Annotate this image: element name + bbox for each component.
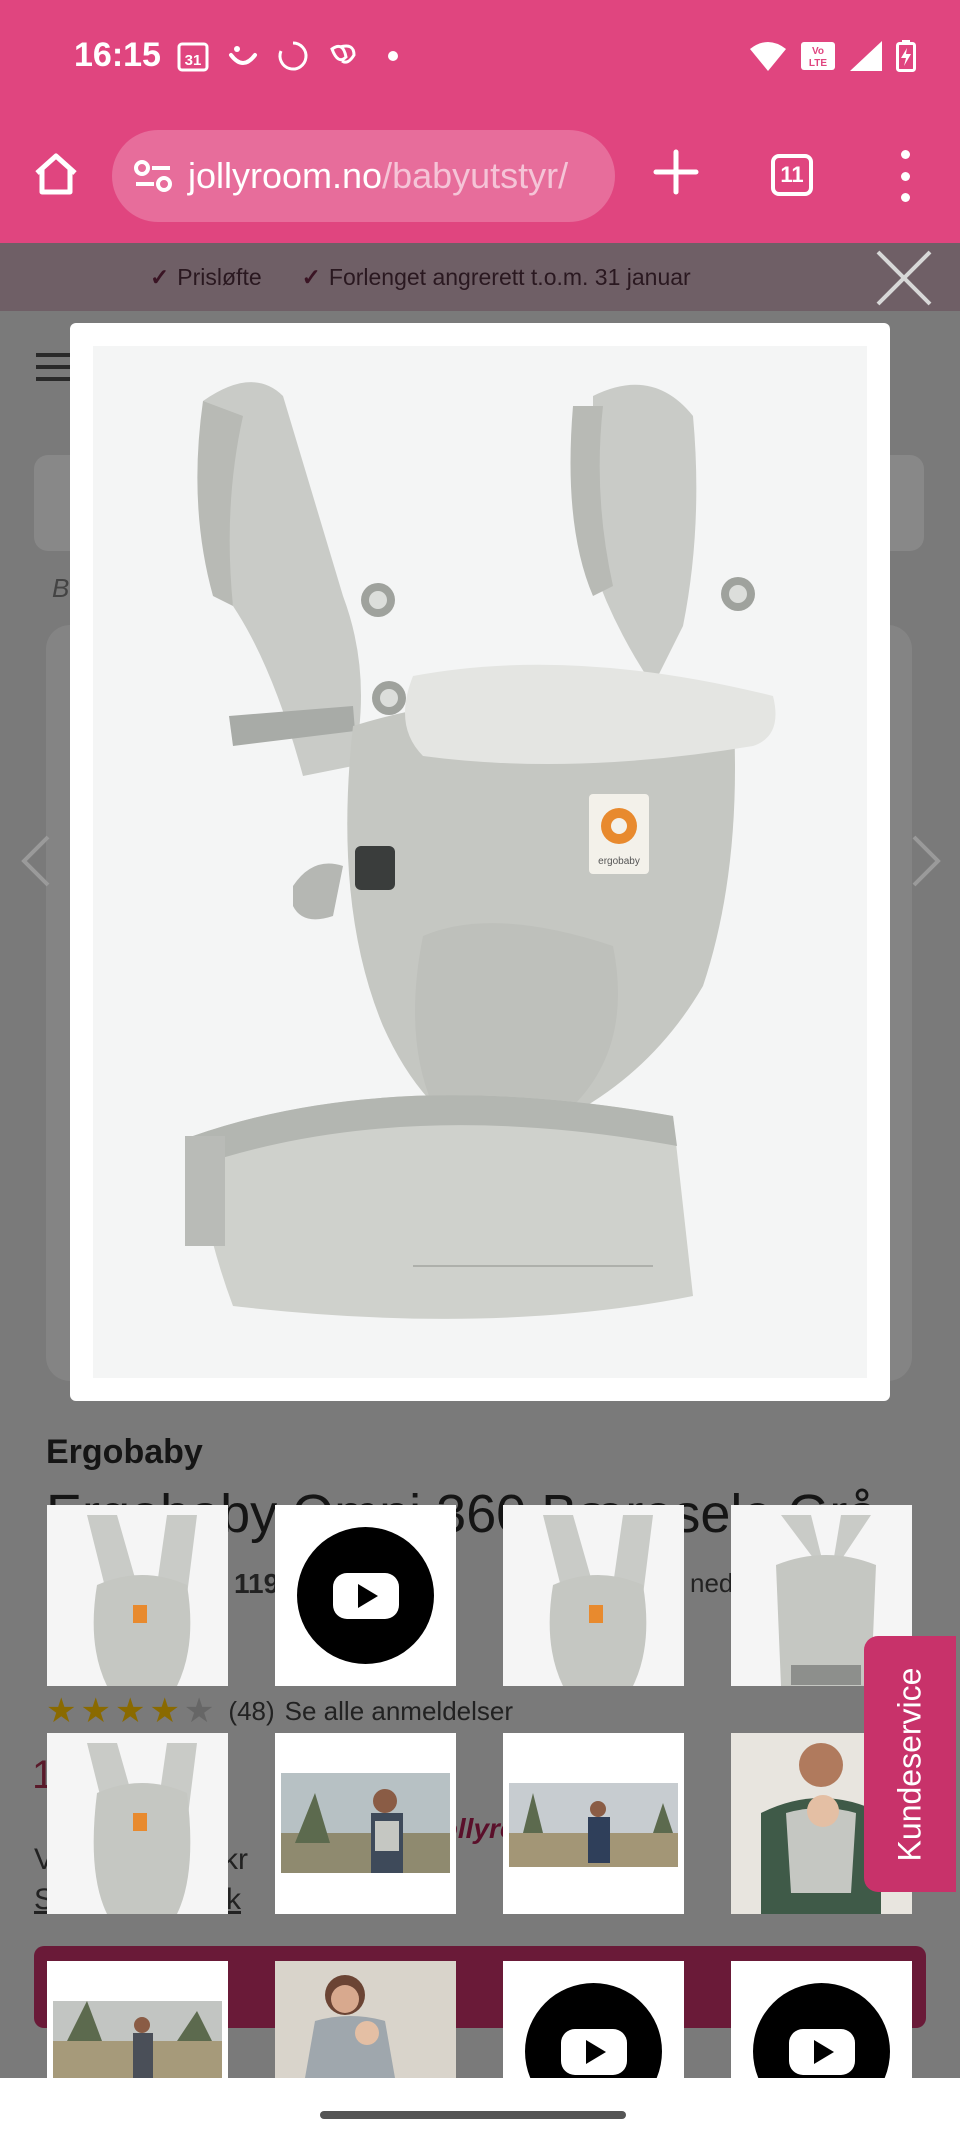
- price-fragment: 119: [234, 1568, 280, 1599]
- youtube-icon: [753, 1983, 890, 2078]
- link-stub-right: k: [226, 1883, 241, 1916]
- dot-icon: [376, 39, 410, 73]
- promo-strip: ✓ Prisløfte ✓ Forlenget angrerett t.o.m. 3…: [0, 243, 960, 311]
- url-text: jollyroom.no/babyutstyr/: [188, 155, 568, 197]
- gallery-thumbnail[interactable]: [47, 1505, 228, 1686]
- customer-service-button[interactable]: Kundeservice: [864, 1636, 956, 1892]
- video-thumbnail[interactable]: [731, 1961, 912, 2078]
- home-button[interactable]: [28, 146, 84, 202]
- gallery-thumbnail[interactable]: [47, 1961, 228, 2078]
- status-bar: 16:15 31 Vo LTE: [0, 0, 960, 110]
- gallery-thumbnail[interactable]: [503, 1505, 684, 1686]
- check-icon: ✓: [150, 263, 170, 290]
- wifi-icon: [750, 42, 786, 71]
- youtube-icon: [525, 1983, 662, 2078]
- video-thumbnail[interactable]: [275, 1505, 456, 1686]
- product-image-large[interactable]: ergobaby: [93, 346, 867, 1378]
- youtube-icon: [297, 1527, 434, 1664]
- status-time: 16:15: [74, 36, 161, 74]
- home-icon: [35, 153, 77, 195]
- video-thumbnail[interactable]: [503, 1961, 684, 2078]
- notification-icons: 31: [176, 36, 410, 76]
- signal-icon: [850, 41, 882, 71]
- system-nav-bar: [0, 2078, 960, 2136]
- system-icons: Vo LTE: [750, 36, 916, 76]
- rating-count: (48): [228, 1695, 275, 1726]
- promo-label: Prisløfte: [177, 263, 262, 290]
- close-lightbox-button[interactable]: [872, 246, 936, 310]
- product-brand: Ergobaby: [46, 1433, 203, 1471]
- customer-service-label: Kundeservice: [891, 1667, 928, 1861]
- all-reviews-link[interactable]: Se alle anmeldelser: [285, 1696, 513, 1727]
- carousel-prev-icon: [21, 835, 50, 887]
- loading-ring-icon: [276, 39, 310, 73]
- promo-item: ✓ Forlenget angrerett t.o.m. 31 januar: [302, 264, 691, 291]
- rating-row: ★★★★★ (48) Se alle anmeldelser: [46, 1691, 513, 1731]
- browser-toolbar: jollyroom.no/babyutstyr/ 11: [0, 110, 960, 243]
- address-bar[interactable]: jollyroom.no/babyutstyr/: [112, 130, 615, 222]
- new-tab-button[interactable]: [650, 146, 702, 198]
- calendar-icon: 31: [176, 39, 210, 73]
- battery-charging-icon: [896, 40, 916, 72]
- baby-carrier-image: ergobaby: [185, 382, 776, 1319]
- tab-switcher-button[interactable]: 11: [771, 154, 813, 196]
- carousel-next-icon: [912, 835, 941, 887]
- breadcrumb: B: [52, 573, 70, 603]
- gallery-thumbnail[interactable]: [47, 1733, 228, 1914]
- smile-icon: [226, 39, 260, 73]
- calendar-day: 31: [185, 52, 202, 69]
- image-lightbox: ergobaby: [70, 323, 890, 1401]
- gallery-thumbnail[interactable]: [275, 1733, 456, 1914]
- gallery-thumbnail[interactable]: [275, 1961, 456, 2078]
- site-settings-icon[interactable]: [132, 154, 176, 198]
- svg-text:Vo: Vo: [812, 46, 824, 57]
- rating-stars: ★★★★★: [46, 1692, 219, 1730]
- browser-chrome: 16:15 31 Vo LTE jollyroom.no/babyutstyr/…: [0, 0, 960, 243]
- hamburger-menu-icon: [36, 353, 72, 381]
- url-path: /babyutstyr/: [382, 155, 569, 196]
- gesture-handle[interactable]: [320, 2111, 626, 2119]
- check-icon: ✓: [301, 263, 321, 290]
- volte-icon: VoLTE: [801, 42, 835, 70]
- browser-menu-button[interactable]: [890, 150, 920, 202]
- gallery-thumbnail[interactable]: [503, 1733, 684, 1914]
- leaf-icon: [326, 39, 360, 73]
- svg-text:LTE: LTE: [809, 58, 827, 69]
- brand-tag-label: ergobaby: [598, 856, 640, 867]
- promo-item: ✓ Prisløfte: [150, 264, 262, 291]
- url-domain: jollyroom.no: [188, 155, 383, 196]
- promo-label: Forlenget angrerett t.o.m. 31 januar: [328, 263, 691, 290]
